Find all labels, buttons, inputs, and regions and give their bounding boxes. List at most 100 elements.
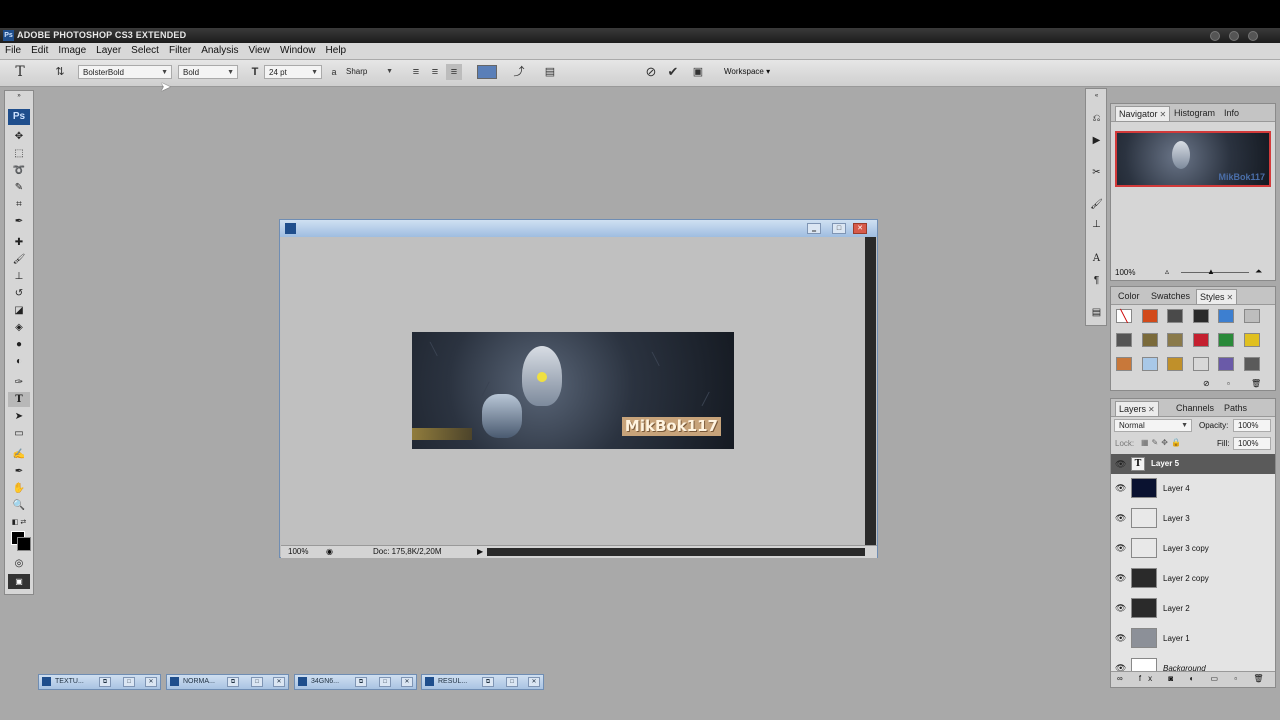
close-icon[interactable]: ✕ bbox=[1160, 110, 1167, 119]
layer-thumbnail[interactable] bbox=[1131, 508, 1157, 528]
menu-filter[interactable]: Filter bbox=[164, 43, 196, 59]
menu-image[interactable]: Image bbox=[53, 43, 91, 59]
delete-style-icon[interactable]: 🗑 bbox=[1251, 379, 1261, 388]
menu-help[interactable]: Help bbox=[321, 43, 352, 59]
photoshop-logo-icon[interactable]: Ps bbox=[8, 109, 30, 125]
align-left-icon[interactable]: ≡ bbox=[408, 64, 424, 80]
style-swatch[interactable] bbox=[1167, 357, 1183, 371]
panel-grip-icon[interactable]: » bbox=[8, 93, 30, 99]
minimized-document-tab[interactable]: 34GN6... ⧉ □ ✕ bbox=[294, 674, 417, 690]
style-swatch[interactable] bbox=[1243, 333, 1260, 347]
close-document-button[interactable]: ✕ bbox=[273, 677, 285, 687]
style-swatch[interactable] bbox=[1218, 333, 1234, 347]
style-swatch[interactable] bbox=[1192, 309, 1209, 323]
document-canvas[interactable]: ╲ ╱ ╲ ╱ MikBok117 bbox=[281, 237, 865, 545]
maximize-document-button[interactable]: □ bbox=[832, 223, 846, 234]
paragraph-panel-icon[interactable]: ¶ bbox=[1089, 273, 1104, 288]
character-panel-icon[interactable]: A bbox=[1089, 251, 1104, 266]
style-swatch[interactable] bbox=[1218, 309, 1234, 323]
layer-row[interactable]: 👁 Layer 4 bbox=[1111, 474, 1275, 505]
document-window[interactable]: ‗ □ ✕ ╲ ╱ ╲ ╱ MikBok117 100% ◉ Doc: 175,… bbox=[279, 219, 878, 558]
brush-tool-icon[interactable]: 🖌 bbox=[8, 252, 30, 267]
document-horizontal-scrollbar[interactable] bbox=[487, 548, 865, 556]
visibility-eye-icon[interactable]: 👁 bbox=[1115, 603, 1126, 613]
layers-panel-footer-icons[interactable]: ∞ fx ◙ ◐ ▭ ▫ 🗑 bbox=[1111, 671, 1275, 687]
workspace-menu-button[interactable]: Workspace ▾ bbox=[724, 67, 770, 76]
visibility-eye-icon[interactable]: 👁 bbox=[1115, 513, 1126, 523]
quick-mask-icon[interactable]: ◎ bbox=[8, 556, 30, 571]
tab-styles[interactable]: Styles ✕ bbox=[1196, 289, 1238, 304]
crop-tool-icon[interactable]: ⌗ bbox=[8, 197, 30, 212]
visibility-eye-icon[interactable]: 👁 bbox=[1115, 483, 1126, 493]
close-document-button[interactable]: ✕ bbox=[528, 677, 540, 687]
layer-row[interactable]: 👁 Layer 2 bbox=[1111, 594, 1275, 625]
type-tool-preset-icon[interactable]: T bbox=[12, 64, 28, 80]
layer-row[interactable]: 👁 Layer 3 copy bbox=[1111, 534, 1275, 565]
style-swatch[interactable] bbox=[1116, 357, 1132, 371]
quick-selection-tool-icon[interactable]: ✎ bbox=[8, 180, 30, 195]
style-swatch[interactable] bbox=[1167, 333, 1183, 347]
tab-info[interactable]: Info bbox=[1221, 106, 1242, 121]
pen-tool-icon[interactable]: ✑ bbox=[8, 375, 30, 390]
navigator-zoom-field[interactable]: 100% bbox=[1115, 268, 1135, 277]
layer-comps-panel-icon[interactable]: ▤ bbox=[1089, 305, 1104, 320]
menu-edit[interactable]: Edit bbox=[26, 43, 53, 59]
tab-swatches[interactable]: Swatches bbox=[1148, 289, 1193, 304]
banner-text-layer[interactable]: MikBok117 bbox=[621, 417, 721, 436]
layer-thumbnail[interactable] bbox=[1131, 538, 1157, 558]
layer-thumbnail[interactable] bbox=[1131, 568, 1157, 588]
style-swatch[interactable] bbox=[1192, 333, 1209, 347]
eraser-tool-icon[interactable]: ◪ bbox=[8, 303, 30, 318]
align-right-icon[interactable]: ≡ bbox=[446, 64, 462, 80]
style-swatch[interactable] bbox=[1243, 309, 1260, 323]
tab-paths[interactable]: Paths bbox=[1221, 401, 1250, 416]
close-document-button[interactable]: ✕ bbox=[853, 223, 867, 234]
maximize-document-button[interactable]: □ bbox=[506, 677, 518, 687]
zoom-tool-icon[interactable]: 🔍 bbox=[8, 498, 30, 513]
zoom-slider-thumb[interactable]: ▲ bbox=[1207, 267, 1215, 276]
actions-panel-icon[interactable]: ▶ bbox=[1089, 133, 1104, 148]
text-color-swatch[interactable] bbox=[477, 65, 497, 79]
zoom-out-icon[interactable]: ▵ bbox=[1165, 267, 1169, 276]
style-swatch[interactable] bbox=[1116, 333, 1132, 347]
visibility-eye-icon[interactable]: 👁 bbox=[1115, 543, 1126, 553]
rectangle-tool-icon[interactable]: ▭ bbox=[8, 426, 30, 441]
tab-navigator[interactable]: Navigator ✕ bbox=[1115, 106, 1171, 121]
minimized-document-tab[interactable]: NORMA... ⧉ □ ✕ bbox=[166, 674, 289, 690]
brushes-panel-icon[interactable]: 🖌 bbox=[1089, 197, 1104, 212]
anti-alias-select[interactable]: Sharp ▼ bbox=[342, 65, 396, 79]
close-icon[interactable]: ✕ bbox=[1148, 405, 1155, 414]
clone-source-panel-icon[interactable]: ⊥ bbox=[1089, 217, 1104, 232]
style-swatch[interactable] bbox=[1167, 309, 1183, 323]
maximize-document-button[interactable]: □ bbox=[251, 677, 263, 687]
visibility-eye-icon[interactable]: 👁 bbox=[1115, 459, 1126, 469]
align-center-icon[interactable]: ≡ bbox=[427, 64, 443, 80]
layer-row[interactable]: 👁 Layer 1 bbox=[1111, 624, 1275, 655]
zoom-slider[interactable] bbox=[1181, 272, 1249, 273]
restore-document-button[interactable]: ⧉ bbox=[482, 677, 494, 687]
path-selection-tool-icon[interactable]: ➤ bbox=[8, 409, 30, 424]
minimized-document-tab[interactable]: TEXTU... ⧉ □ ✕ bbox=[38, 674, 161, 690]
close-window-button[interactable] bbox=[1248, 31, 1258, 41]
close-document-button[interactable]: ✕ bbox=[145, 677, 157, 687]
navigator-thumbnail[interactable]: MikBok117 bbox=[1115, 131, 1271, 187]
type-tool-icon[interactable]: T bbox=[8, 392, 30, 407]
commit-edits-icon[interactable]: ✔ bbox=[665, 64, 681, 80]
maximize-document-button[interactable]: □ bbox=[379, 677, 391, 687]
tab-color[interactable]: Color bbox=[1115, 289, 1143, 304]
healing-brush-tool-icon[interactable]: ✚ bbox=[8, 235, 30, 250]
restore-window-button[interactable] bbox=[1229, 31, 1239, 41]
style-swatch[interactable] bbox=[1218, 357, 1234, 371]
notes-tool-icon[interactable]: ✍ bbox=[8, 447, 30, 462]
document-vertical-scrollbar[interactable] bbox=[865, 237, 876, 545]
collapse-dock-icon[interactable]: « bbox=[1089, 93, 1104, 99]
style-swatch[interactable] bbox=[1243, 357, 1260, 371]
character-paragraph-panel-icon[interactable]: ▤ bbox=[542, 64, 558, 80]
menu-window[interactable]: Window bbox=[275, 43, 321, 59]
close-document-button[interactable]: ✕ bbox=[401, 677, 413, 687]
warp-text-icon[interactable]: ⤴ bbox=[511, 64, 527, 80]
tab-histogram[interactable]: Histogram bbox=[1171, 106, 1218, 121]
toggle-text-orientation-icon[interactable]: ⇅ bbox=[52, 64, 68, 80]
hand-tool-icon[interactable]: ✋ bbox=[8, 481, 30, 496]
layer-row[interactable]: 👁 T Layer 5 bbox=[1111, 454, 1275, 475]
